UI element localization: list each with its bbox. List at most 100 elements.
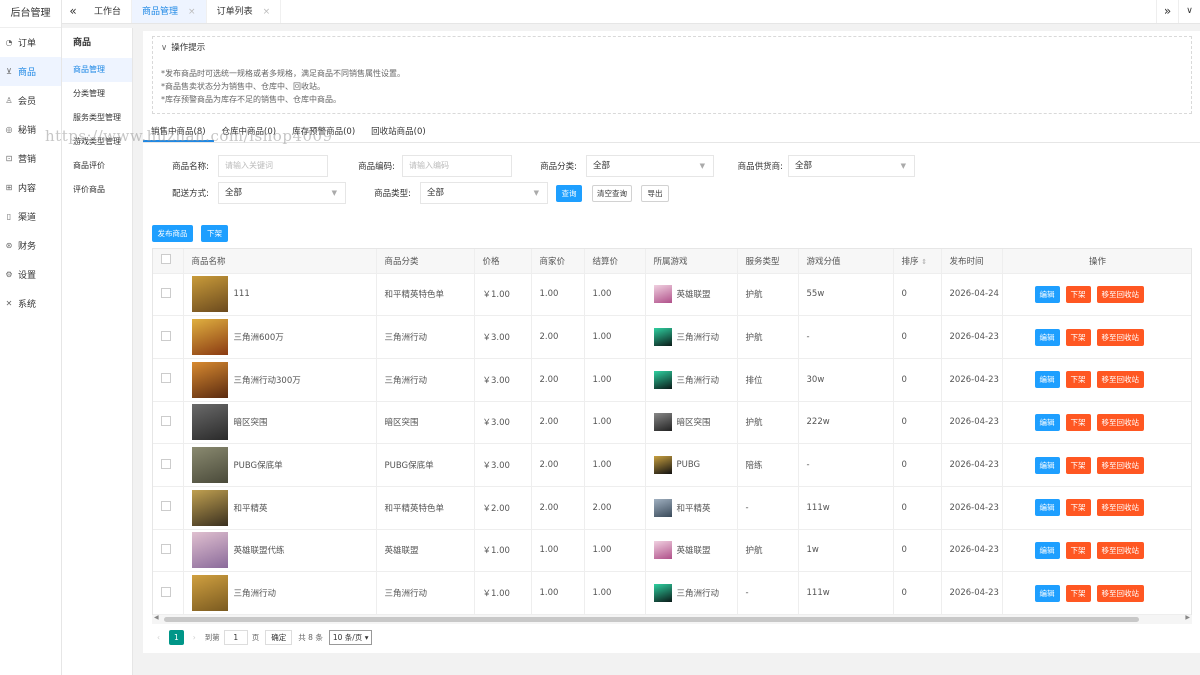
close-icon[interactable]: × (188, 0, 196, 24)
offshelf-button[interactable]: 下架 (1065, 285, 1091, 303)
page-size-select[interactable]: 10 条/页 ▾ (328, 629, 373, 645)
row-checkbox[interactable] (161, 373, 171, 384)
search-button[interactable]: 查询 (556, 185, 582, 202)
table-row[interactable]: 三角洲行动 三角洲行动 ￥1.00 1.00 1.00 三角洲行动 -111w 0 2026-0… (153, 571, 1191, 615)
scrollbar-thumb[interactable] (164, 617, 1139, 622)
offshelf-button[interactable]: 下架 (1065, 499, 1091, 517)
page-confirm-button[interactable]: 确定 (265, 629, 293, 645)
edit-button[interactable]: 编辑 (1034, 456, 1060, 474)
sort-caret-icon[interactable]: ⇕ (921, 258, 927, 266)
col-header-sort[interactable]: 排序 ⇕ (893, 249, 942, 274)
move-to-recycle-button[interactable]: 移至回收站 (1096, 413, 1144, 431)
game-logo (653, 498, 672, 517)
offshelf-button[interactable]: 下架 (1065, 541, 1091, 559)
scroll-right-icon[interactable]: ▶ (1185, 614, 1190, 621)
select-all-checkbox[interactable] (161, 254, 171, 265)
nav-item-8[interactable]: ⚙ 设置 (0, 260, 61, 289)
nav-item-1[interactable]: ⊻ 商品 (0, 57, 61, 86)
edit-button[interactable]: 编辑 (1034, 328, 1060, 346)
page-number-current[interactable]: 1 (169, 629, 184, 645)
nav-item-7[interactable]: ⊛ 财务 (0, 231, 61, 260)
edit-button[interactable]: 编辑 (1034, 371, 1060, 389)
tips-header[interactable]: ∨ 操作提示 (153, 37, 1191, 57)
row-checkbox-cell[interactable] (153, 358, 184, 402)
close-icon[interactable]: × (263, 0, 271, 24)
clear-search-button[interactable]: 清空查询 (592, 185, 632, 202)
table-row[interactable]: 111 和平精英特色单 ￥1.00 1.00 1.00 英雄联盟 护航 55w 0 2026-04… (153, 273, 1191, 317)
row-checkbox[interactable] (161, 501, 171, 512)
product-code-input[interactable]: 请输入编码 (402, 155, 512, 177)
offshelf-button[interactable]: 下架 (1065, 584, 1091, 602)
bulk-offshelf-button[interactable]: 下架 (201, 225, 228, 242)
move-to-recycle-button[interactable]: 移至回收站 (1096, 584, 1144, 602)
subnav-item-1[interactable]: 分类管理 (62, 82, 132, 106)
subnav-item-0[interactable]: 商品管理 (62, 58, 132, 82)
row-checkbox-cell[interactable] (153, 486, 184, 530)
table-row[interactable]: 三角洲行动300万 三角洲行动 ￥3.00 2.00 1.00 三角洲行动 排位 30w 0 20… (153, 358, 1191, 402)
edit-button[interactable]: 编辑 (1034, 584, 1060, 602)
row-checkbox[interactable] (161, 458, 171, 469)
status-tab-3[interactable]: 回收站商品(0) (363, 121, 434, 142)
move-to-recycle-button[interactable]: 移至回收站 (1096, 541, 1144, 559)
row-checkbox-cell[interactable] (153, 315, 184, 359)
move-to-recycle-button[interactable]: 移至回收站 (1096, 499, 1144, 517)
select-all-checkbox-cell[interactable] (153, 249, 184, 274)
supplier-select[interactable]: 全部 ▼ (788, 155, 915, 177)
offshelf-button[interactable]: 下架 (1065, 328, 1091, 346)
offshelf-button[interactable]: 下架 (1065, 413, 1091, 431)
move-to-recycle-button[interactable]: 移至回收站 (1096, 456, 1144, 474)
edit-button[interactable]: 编辑 (1034, 413, 1060, 431)
nav-item-9[interactable]: ✕ 系统 (0, 289, 61, 318)
row-checkbox[interactable] (161, 330, 171, 341)
top-tab-1[interactable]: 商品管理 × (132, 0, 207, 23)
edit-button[interactable]: 编辑 (1034, 499, 1060, 517)
row-checkbox-cell[interactable] (153, 443, 184, 487)
table-row[interactable]: 英雄联盟代练 英雄联盟 ￥1.00 1.00 1.00 英雄联盟 护航 1w 0 2026-04-… (153, 529, 1191, 573)
move-to-recycle-button[interactable]: 移至回收站 (1096, 371, 1144, 389)
scroll-left-icon[interactable]: ◀ (154, 614, 159, 621)
move-to-recycle-button[interactable]: 移至回收站 (1096, 285, 1144, 303)
export-button[interactable]: 导出 (641, 185, 669, 202)
scroll-tabs-right-icon[interactable]: » (1156, 0, 1178, 23)
row-checkbox[interactable] (161, 415, 171, 426)
product-name-input[interactable]: 请输入关键词 (218, 155, 328, 177)
edit-button[interactable]: 编辑 (1034, 541, 1060, 559)
row-checkbox-cell[interactable] (153, 401, 184, 445)
offshelf-button[interactable]: 下架 (1065, 456, 1091, 474)
page-jump-input[interactable]: 1 (223, 629, 248, 645)
prev-page-icon[interactable]: ‹ (152, 630, 165, 645)
tab-menu-chevron-icon[interactable]: ∨ (1178, 0, 1200, 23)
nav-item-0[interactable]: ◔ 订单 (0, 28, 61, 57)
offshelf-button[interactable]: 下架 (1065, 371, 1091, 389)
move-to-recycle-button[interactable]: 移至回收站 (1096, 328, 1144, 346)
nav-item-2[interactable]: ♙ 会员 (0, 86, 61, 115)
nav-item-6[interactable]: ▯ 渠道 (0, 202, 61, 231)
delivery-select[interactable]: 全部 ▼ (218, 182, 346, 204)
nav-item-4[interactable]: ⊡ 营销 (0, 144, 61, 173)
row-checkbox-cell[interactable] (153, 529, 184, 573)
subnav-item-4[interactable]: 商品评价 (62, 154, 132, 178)
row-checkbox-cell[interactable] (153, 571, 184, 615)
table-row[interactable]: 暗区突围 暗区突围 ￥3.00 2.00 1.00 暗区突围 护航 222w 0 2026-04-… (153, 401, 1191, 445)
top-tab-0[interactable]: 工作台 (84, 0, 133, 23)
cell-name: 暗区突围 (183, 401, 377, 445)
cell-settle-price: 1.00 (584, 401, 646, 445)
table-row[interactable]: 三角洲600万 三角洲行动 ￥3.00 2.00 1.00 三角洲行动 护航 -0 2026-0… (153, 315, 1191, 359)
row-checkbox-cell[interactable] (153, 273, 184, 317)
product-type-select[interactable]: 全部 ▼ (420, 182, 548, 204)
sort-label: 排序 (901, 256, 919, 267)
row-checkbox[interactable] (161, 586, 171, 597)
collapse-sidebar-icon[interactable]: « (62, 0, 84, 23)
row-checkbox[interactable] (161, 543, 171, 554)
top-tab-2[interactable]: 订单列表 × (207, 0, 282, 23)
category-select[interactable]: 全部 ▼ (586, 155, 714, 177)
nav-item-5[interactable]: ⊞ 内容 (0, 173, 61, 202)
publish-product-button[interactable]: 发布商品 (152, 225, 193, 242)
row-checkbox[interactable] (161, 287, 171, 298)
edit-button[interactable]: 编辑 (1034, 285, 1060, 303)
next-page-icon[interactable]: › (188, 630, 201, 645)
table-row[interactable]: PUBG保底单 PUBG保底单 ￥3.00 2.00 1.00 PUBG 陪练 -0 2026-… (153, 443, 1191, 487)
table-row[interactable]: 和平精英 和平精英特色单 ￥2.00 2.00 2.00 和平精英 -111w 0 2026-0… (153, 486, 1191, 530)
horizontal-scrollbar[interactable]: ◀ ▶ (152, 614, 1192, 624)
subnav-item-5[interactable]: 评价商品 (62, 178, 132, 202)
